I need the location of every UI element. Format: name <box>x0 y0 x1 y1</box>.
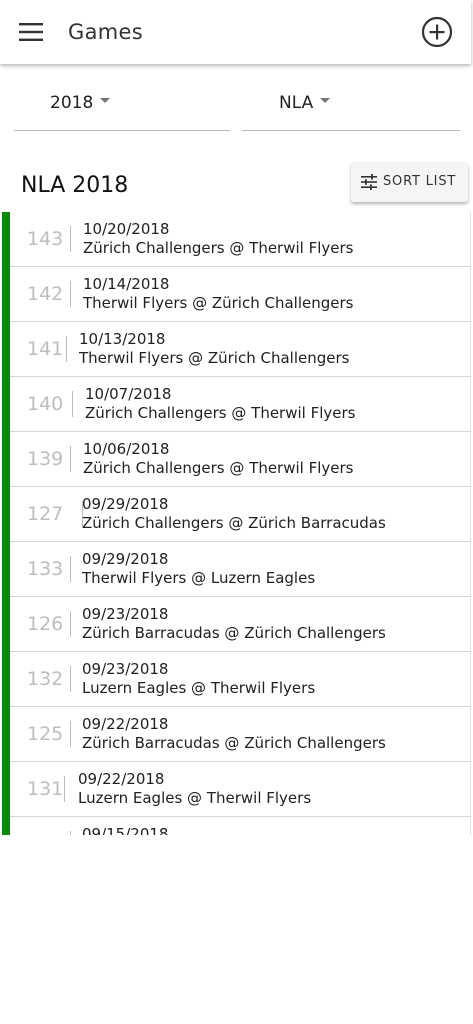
game-row[interactable]: 127 09/29/2018 Zürich Challengers @ Zürich… <box>10 487 471 542</box>
game-date: 10/13/2018 <box>79 330 166 348</box>
game-row[interactable]: 09/15/2018 <box>10 817 471 835</box>
game-matchup: Zürich Challengers @ Zürich Barracudas <box>82 514 386 532</box>
game-row[interactable]: 133 09/29/2018 Therwil Flyers @ Luzern Eag… <box>10 542 471 597</box>
game-number: 132 <box>27 668 64 690</box>
game-matchup: Zürich Challengers @ Therwil Flyers <box>83 459 354 477</box>
row-separator <box>70 666 71 692</box>
chevron-down-icon <box>100 97 111 103</box>
game-matchup: Luzern Eagles @ Therwil Flyers <box>78 789 312 807</box>
row-separator <box>72 391 73 417</box>
sort-list-label: SORT LIST <box>383 174 457 189</box>
year-select-value: 2018 <box>50 93 94 113</box>
game-row[interactable]: 140 10/07/2018 Zürich Challengers @ Therwi… <box>10 377 471 432</box>
game-row[interactable]: 142 10/14/2018 Therwil Flyers @ Zürich Cha… <box>10 267 471 322</box>
game-number: 139 <box>27 448 64 470</box>
chevron-down-icon <box>320 97 331 103</box>
game-date: 09/23/2018 <box>82 605 169 623</box>
league-select[interactable]: NLA <box>242 80 460 131</box>
games-rows: 143 10/20/2018 Zürich Challengers @ Therwi… <box>2 212 471 835</box>
game-number: 142 <box>27 283 64 305</box>
game-matchup: Therwil Flyers @ Zürich Challengers <box>79 349 350 367</box>
game-matchup: Zürich Challengers @ Therwil Flyers <box>83 239 354 257</box>
sort-list-button[interactable]: SORT LIST <box>351 162 468 202</box>
game-number: 140 <box>27 393 64 415</box>
row-separator <box>70 556 71 582</box>
games-list[interactable]: 143 10/20/2018 Zürich Challengers @ Therwi… <box>2 212 471 835</box>
row-separator <box>70 831 71 835</box>
game-number: 141 <box>27 338 64 360</box>
hamburger-menu-icon[interactable] <box>19 22 43 42</box>
page-title: Games <box>68 20 143 44</box>
game-number: 131 <box>27 778 64 800</box>
row-separator <box>70 721 71 747</box>
game-row[interactable]: 132 09/23/2018 Luzern Eagles @ Therwil Fly… <box>10 652 471 707</box>
row-separator <box>70 226 71 252</box>
app-bar: Games <box>0 0 471 64</box>
row-separator <box>70 446 71 472</box>
game-row[interactable]: 126 09/23/2018 Zürich Barracudas @ Zürich … <box>10 597 471 652</box>
row-separator <box>66 336 67 362</box>
game-number: 126 <box>27 613 64 635</box>
game-number: 143 <box>27 228 64 250</box>
game-date: 10/14/2018 <box>83 275 170 293</box>
game-row[interactable]: 141 10/13/2018 Therwil Flyers @ Zürich Cha… <box>10 322 471 377</box>
game-date: 09/29/2018 <box>82 495 169 513</box>
game-number: 133 <box>27 558 64 580</box>
game-date: 09/23/2018 <box>82 660 169 678</box>
game-number: 125 <box>27 723 64 745</box>
game-number: 127 <box>27 503 64 525</box>
game-date: 10/20/2018 <box>83 220 170 238</box>
game-matchup: Zürich Barracudas @ Zürich Challengers <box>82 734 386 752</box>
row-separator <box>70 281 71 307</box>
row-separator <box>70 611 71 637</box>
game-date: 09/29/2018 <box>82 550 169 568</box>
tune-sliders-icon <box>361 174 377 190</box>
game-date: 09/15/2018 <box>82 825 169 835</box>
game-matchup: Luzern Eagles @ Therwil Flyers <box>82 679 316 697</box>
game-row[interactable]: 139 10/06/2018 Zürich Challengers @ Therwi… <box>10 432 471 487</box>
game-date: 09/22/2018 <box>82 715 169 733</box>
game-row[interactable]: 143 10/20/2018 Zürich Challengers @ Therwi… <box>10 212 471 267</box>
row-separator <box>64 776 65 802</box>
game-matchup: Zürich Barracudas @ Zürich Challengers <box>82 624 386 642</box>
game-date: 10/07/2018 <box>85 385 172 403</box>
game-date: 09/22/2018 <box>78 770 165 788</box>
game-matchup: Therwil Flyers @ Luzern Eagles <box>82 569 316 587</box>
add-circle-icon[interactable] <box>421 16 453 48</box>
list-accent-stripe <box>2 212 10 835</box>
game-row[interactable]: 131 09/22/2018 Luzern Eagles @ Therwil Fly… <box>10 762 471 817</box>
year-select[interactable]: 2018 <box>14 80 230 131</box>
game-date: 10/06/2018 <box>83 440 170 458</box>
game-matchup: Therwil Flyers @ Zürich Challengers <box>83 294 354 312</box>
game-row[interactable]: 125 09/22/2018 Zürich Barracudas @ Zürich … <box>10 707 471 762</box>
section-title: NLA 2018 <box>21 173 129 198</box>
game-matchup: Zürich Challengers @ Therwil Flyers <box>85 404 356 422</box>
league-select-value: NLA <box>279 93 314 113</box>
